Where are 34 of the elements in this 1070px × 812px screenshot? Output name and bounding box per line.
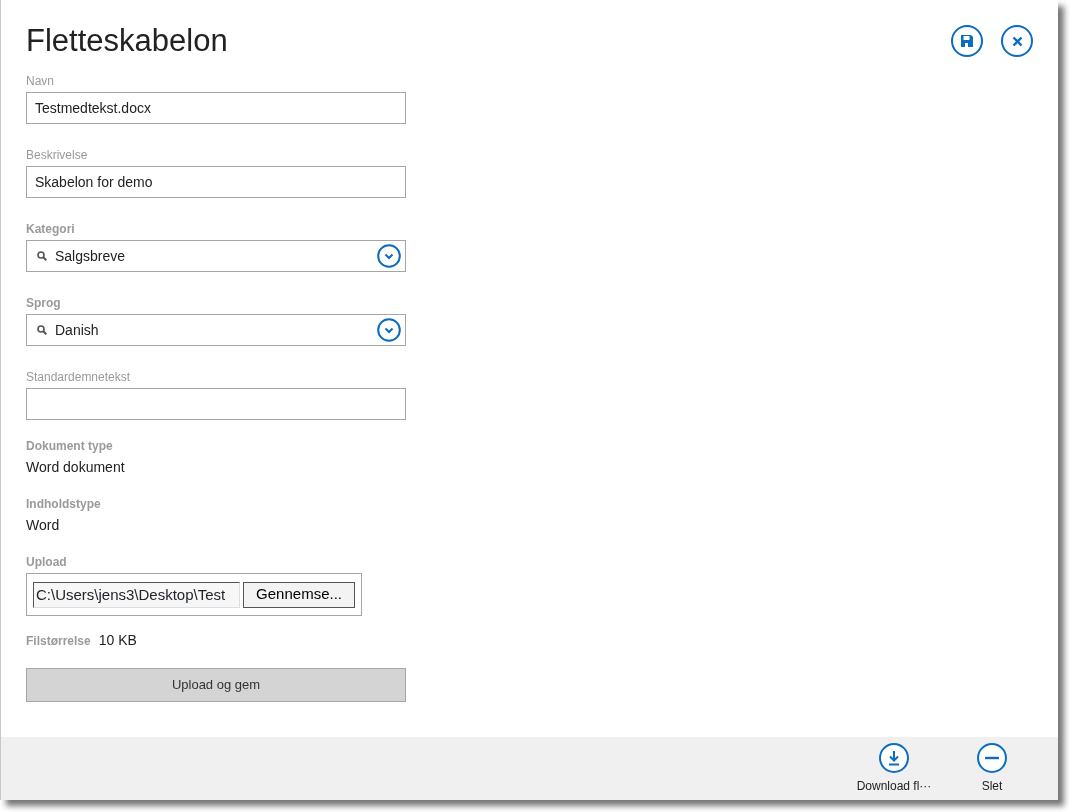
field-value: Word dokument (26, 458, 126, 477)
delete-command[interactable]: Slet (954, 737, 1030, 800)
close-button[interactable] (1001, 25, 1033, 57)
file-path-field[interactable]: C:\Users\jens3\Desktop\Test (33, 581, 241, 608)
text-field[interactable] (26, 388, 406, 420)
close-icon (1011, 35, 1023, 47)
dropdown-icon[interactable] (377, 244, 401, 268)
field-value: Word (26, 516, 61, 535)
field-label: Beskrivelse (26, 148, 89, 162)
field-label: Dokument type (26, 439, 114, 453)
page-title: Fletteskabelon (26, 22, 228, 60)
field-value: 10 KB (98, 631, 137, 650)
minus-icon (985, 756, 999, 760)
field-label: Indholdstype (26, 497, 102, 511)
save-button[interactable] (951, 25, 983, 57)
upload-button[interactable]: Upload og gem (26, 668, 406, 702)
search-icon (37, 325, 47, 335)
field-label: Sprog (26, 296, 62, 310)
lookup-field[interactable]: Salgsbreve (26, 240, 406, 272)
text-field[interactable]: Skabelon for demo (26, 166, 406, 198)
lookup-field[interactable]: Danish (26, 314, 406, 346)
field-label: Upload (26, 555, 68, 569)
search-icon (37, 251, 47, 261)
dropdown-icon[interactable] (377, 318, 401, 342)
file-upload-control[interactable]: C:\Users\jens3\Desktop\Test Gennemse... (26, 573, 362, 616)
field-label: Filstørrelse (26, 634, 91, 648)
field-label: Navn (26, 74, 55, 88)
field-label: Standardemnetekst (26, 370, 132, 384)
text-field[interactable]: Testmedtekst.docx (26, 92, 406, 124)
download-command[interactable]: Download fl··· (856, 737, 932, 800)
field-label: Kategori (26, 222, 76, 236)
browse-button[interactable]: Gennemse... (243, 581, 355, 608)
download-icon (887, 750, 901, 766)
save-icon (960, 34, 974, 48)
